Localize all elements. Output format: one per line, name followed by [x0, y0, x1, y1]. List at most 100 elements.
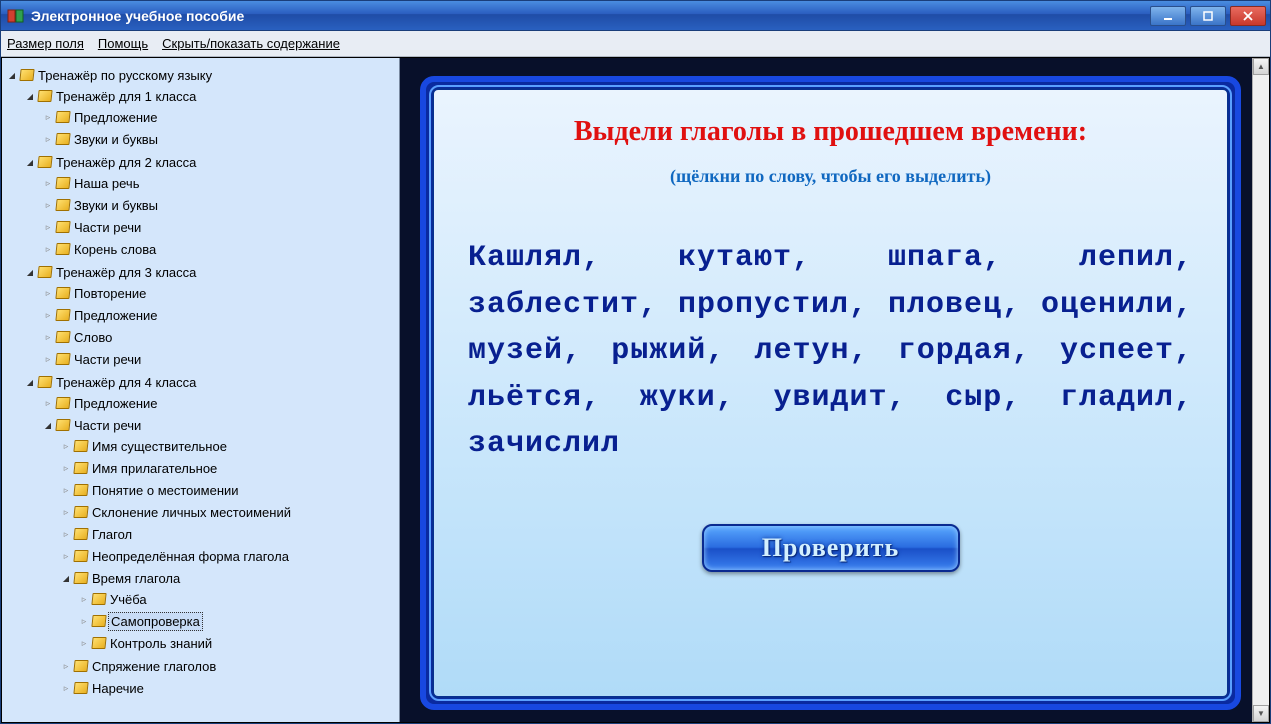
exercise-word[interactable]: сыр — [945, 381, 1002, 415]
titlebar[interactable]: Электронное учебное пособие — [1, 1, 1270, 31]
exercise-word[interactable]: жуки — [640, 381, 716, 415]
content-pane: Выдели глаголы в прошедшем времени: (щёл… — [400, 58, 1269, 722]
tree-item[interactable]: Наречие — [90, 680, 146, 697]
tree-item[interactable]: Части речи — [72, 219, 143, 236]
tree-item[interactable]: Тренажёр для 2 класса — [54, 154, 198, 171]
check-button[interactable]: Проверить — [702, 524, 960, 572]
tree-item[interactable]: Имя существительное — [90, 438, 229, 455]
minimize-button[interactable] — [1150, 6, 1186, 26]
tree-item[interactable]: Части речи — [72, 351, 143, 368]
exercise-word[interactable]: рыжий — [611, 334, 706, 368]
book-icon — [74, 462, 88, 474]
tree-item[interactable]: Учёба — [108, 591, 149, 608]
tree-item[interactable]: Тренажёр для 4 класса — [54, 374, 198, 391]
exercise-word[interactable]: успеет — [1060, 334, 1174, 368]
app-icon — [7, 7, 25, 25]
tree-expander-icon[interactable]: ◢ — [24, 376, 36, 388]
book-icon — [56, 177, 70, 189]
tree-leaf-icon: ▹ — [42, 397, 54, 409]
exercise-word[interactable]: увидит — [773, 381, 887, 415]
tree-item[interactable]: Слово — [72, 329, 114, 346]
tree-item[interactable]: Имя прилагательное — [90, 460, 219, 477]
maximize-button[interactable] — [1190, 6, 1226, 26]
tree-leaf-icon: ▹ — [42, 221, 54, 233]
tree-leaf-icon: ▹ — [60, 440, 72, 452]
tree-expander-icon[interactable]: ◢ — [24, 90, 36, 102]
exercise-word[interactable]: гладил — [1060, 381, 1174, 415]
tree-item[interactable]: Контроль знаний — [108, 635, 214, 652]
tree-item[interactable]: Тренажёр для 1 класса — [54, 88, 198, 105]
scroll-track[interactable] — [1253, 75, 1269, 705]
exercise-word[interactable]: зачислил — [468, 427, 620, 461]
exercise-word[interactable]: пропустил — [678, 288, 849, 322]
tree-item[interactable]: Склонение личных местоимений — [90, 504, 293, 521]
tree-item[interactable]: Звуки и буквы — [72, 197, 160, 214]
menu-help[interactable]: Помощь — [98, 36, 148, 51]
book-icon — [56, 353, 70, 365]
content-scrollbar[interactable]: ▲ ▼ — [1252, 58, 1269, 722]
tree-item[interactable]: Понятие о местоимении — [90, 482, 241, 499]
tree-item[interactable]: Спряжение глаголов — [90, 658, 218, 675]
exercise-word[interactable]: музей — [468, 334, 563, 368]
book-icon — [74, 440, 88, 452]
tree-item[interactable]: Тренажёр по русскому языку — [36, 67, 214, 84]
exercise-word[interactable]: гордая — [898, 334, 1012, 368]
tree-leaf-icon: ▹ — [42, 111, 54, 123]
tree-item[interactable]: Предложение — [72, 307, 160, 324]
tree-item[interactable]: Корень слова — [72, 241, 158, 258]
book-icon — [38, 90, 52, 102]
tree-item[interactable]: Предложение — [72, 395, 160, 412]
exercise-word[interactable]: пловец — [888, 288, 1002, 322]
exercise-word[interactable]: шпага — [888, 241, 983, 275]
tree-item[interactable]: Звуки и буквы — [72, 131, 160, 148]
exercise-word[interactable]: летун — [754, 334, 849, 368]
tree-leaf-icon: ▹ — [60, 660, 72, 672]
tree-item[interactable]: Предложение — [72, 109, 160, 126]
scroll-up-button[interactable]: ▲ — [1253, 58, 1269, 75]
menu-size[interactable]: Размер поля — [7, 36, 84, 51]
book-icon — [38, 266, 52, 278]
menu-toggle[interactable]: Скрыть/показать содержание — [162, 36, 340, 51]
exercise-card-inner: Выдели глаголы в прошедшем времени: (щёл… — [432, 88, 1229, 698]
book-icon — [38, 156, 52, 168]
tree-leaf-icon: ▹ — [60, 682, 72, 694]
tree-expander-icon[interactable]: ◢ — [42, 419, 54, 431]
tree-leaf-icon: ▹ — [42, 309, 54, 321]
exercise-word[interactable]: льётся — [468, 381, 582, 415]
tree-leaf-icon: ▹ — [42, 133, 54, 145]
client-area: ◢Тренажёр по русскому языку◢Тренажёр для… — [1, 57, 1270, 723]
tree-expander-icon[interactable]: ◢ — [24, 266, 36, 278]
tree-expander-icon[interactable]: ◢ — [6, 69, 18, 81]
book-icon — [92, 615, 106, 627]
tree-expander-icon[interactable]: ◢ — [24, 156, 36, 168]
exercise-word[interactable]: заблестит — [468, 288, 639, 322]
tree-item[interactable]: Неопределённая форма глагола — [90, 548, 291, 565]
tree-item[interactable]: Части речи — [72, 417, 143, 434]
tree-leaf-icon: ▹ — [78, 593, 90, 605]
close-button[interactable] — [1230, 6, 1266, 26]
nav-tree[interactable]: ◢Тренажёр по русскому языку◢Тренажёр для… — [6, 64, 399, 702]
tree-item[interactable]: Глагол — [90, 526, 134, 543]
tree-pane[interactable]: ◢Тренажёр по русскому языку◢Тренажёр для… — [2, 58, 400, 722]
exercise-word[interactable]: кутают — [678, 241, 792, 275]
menubar: Размер поля Помощь Скрыть/показать содер… — [1, 31, 1270, 57]
tree-item[interactable]: Время глагола — [90, 570, 182, 587]
book-icon — [56, 199, 70, 211]
tree-item[interactable]: Тренажёр для 3 класса — [54, 264, 198, 281]
book-icon — [38, 376, 52, 388]
scroll-down-button[interactable]: ▼ — [1253, 705, 1269, 722]
tree-item[interactable]: Повторение — [72, 285, 148, 302]
book-icon — [74, 572, 88, 584]
tree-item[interactable]: Наша речь — [72, 175, 141, 192]
tree-leaf-icon: ▹ — [42, 177, 54, 189]
exercise-word[interactable]: лепил — [1079, 241, 1174, 275]
tree-item[interactable]: Самопроверка — [108, 612, 203, 631]
exercise-words: Кашлял, кутают, шпага, лепил, заблестит,… — [468, 235, 1193, 468]
book-icon — [74, 660, 88, 672]
tree-leaf-icon: ▹ — [78, 637, 90, 649]
exercise-word[interactable]: оценили — [1041, 288, 1174, 322]
book-icon — [92, 593, 106, 605]
tree-leaf-icon: ▹ — [42, 199, 54, 211]
exercise-word[interactable]: Кашлял — [468, 241, 582, 275]
tree-expander-icon[interactable]: ◢ — [60, 572, 72, 584]
